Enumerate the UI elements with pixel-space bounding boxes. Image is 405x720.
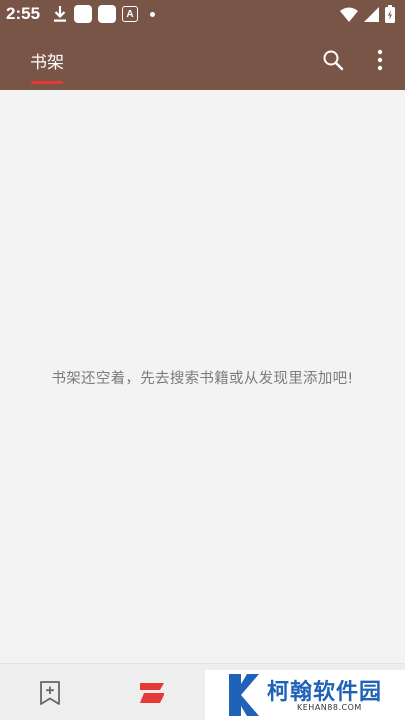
tab-indicator bbox=[31, 81, 63, 84]
wifi-icon bbox=[340, 7, 358, 22]
watermark: 柯翰软件园 KEHAN88.COM bbox=[205, 670, 405, 720]
bookmark-add-icon bbox=[40, 681, 60, 705]
watermark-text: 柯翰软件园 bbox=[267, 680, 383, 705]
battery-icon bbox=[385, 5, 395, 23]
download-icon bbox=[54, 6, 66, 22]
bookshelf-content[interactable]: 书架还空着，先去搜索书籍或从发现里添加吧! bbox=[0, 90, 405, 663]
cellular-signal-icon bbox=[364, 6, 379, 22]
app-a-icon: A bbox=[122, 6, 138, 22]
nav-discover-button[interactable] bbox=[132, 678, 172, 708]
more-vert-icon bbox=[377, 49, 383, 71]
app-bar: 书架 bbox=[0, 30, 405, 90]
empty-shelf-message: 书架还空着，先去搜索书籍或从发现里添加吧! bbox=[51, 371, 354, 387]
app-square-icon bbox=[98, 5, 116, 23]
watermark-subtext: KEHAN88.COM bbox=[297, 703, 362, 712]
notification-icons: A bbox=[52, 5, 155, 23]
search-button[interactable] bbox=[315, 42, 351, 78]
watermark-logo-icon bbox=[229, 674, 259, 716]
status-bar: 2:55 A bbox=[0, 0, 405, 30]
status-time: 2:55 bbox=[6, 4, 41, 23]
app-square-icon bbox=[74, 5, 92, 23]
more-options-button[interactable] bbox=[362, 42, 398, 78]
search-icon bbox=[323, 50, 344, 71]
system-icons bbox=[340, 5, 395, 23]
nav-bookshelf-button[interactable] bbox=[30, 678, 70, 708]
tab-bookshelf-label: 书架 bbox=[30, 52, 64, 73]
dot-icon bbox=[150, 11, 155, 17]
discover-icon bbox=[140, 683, 164, 703]
